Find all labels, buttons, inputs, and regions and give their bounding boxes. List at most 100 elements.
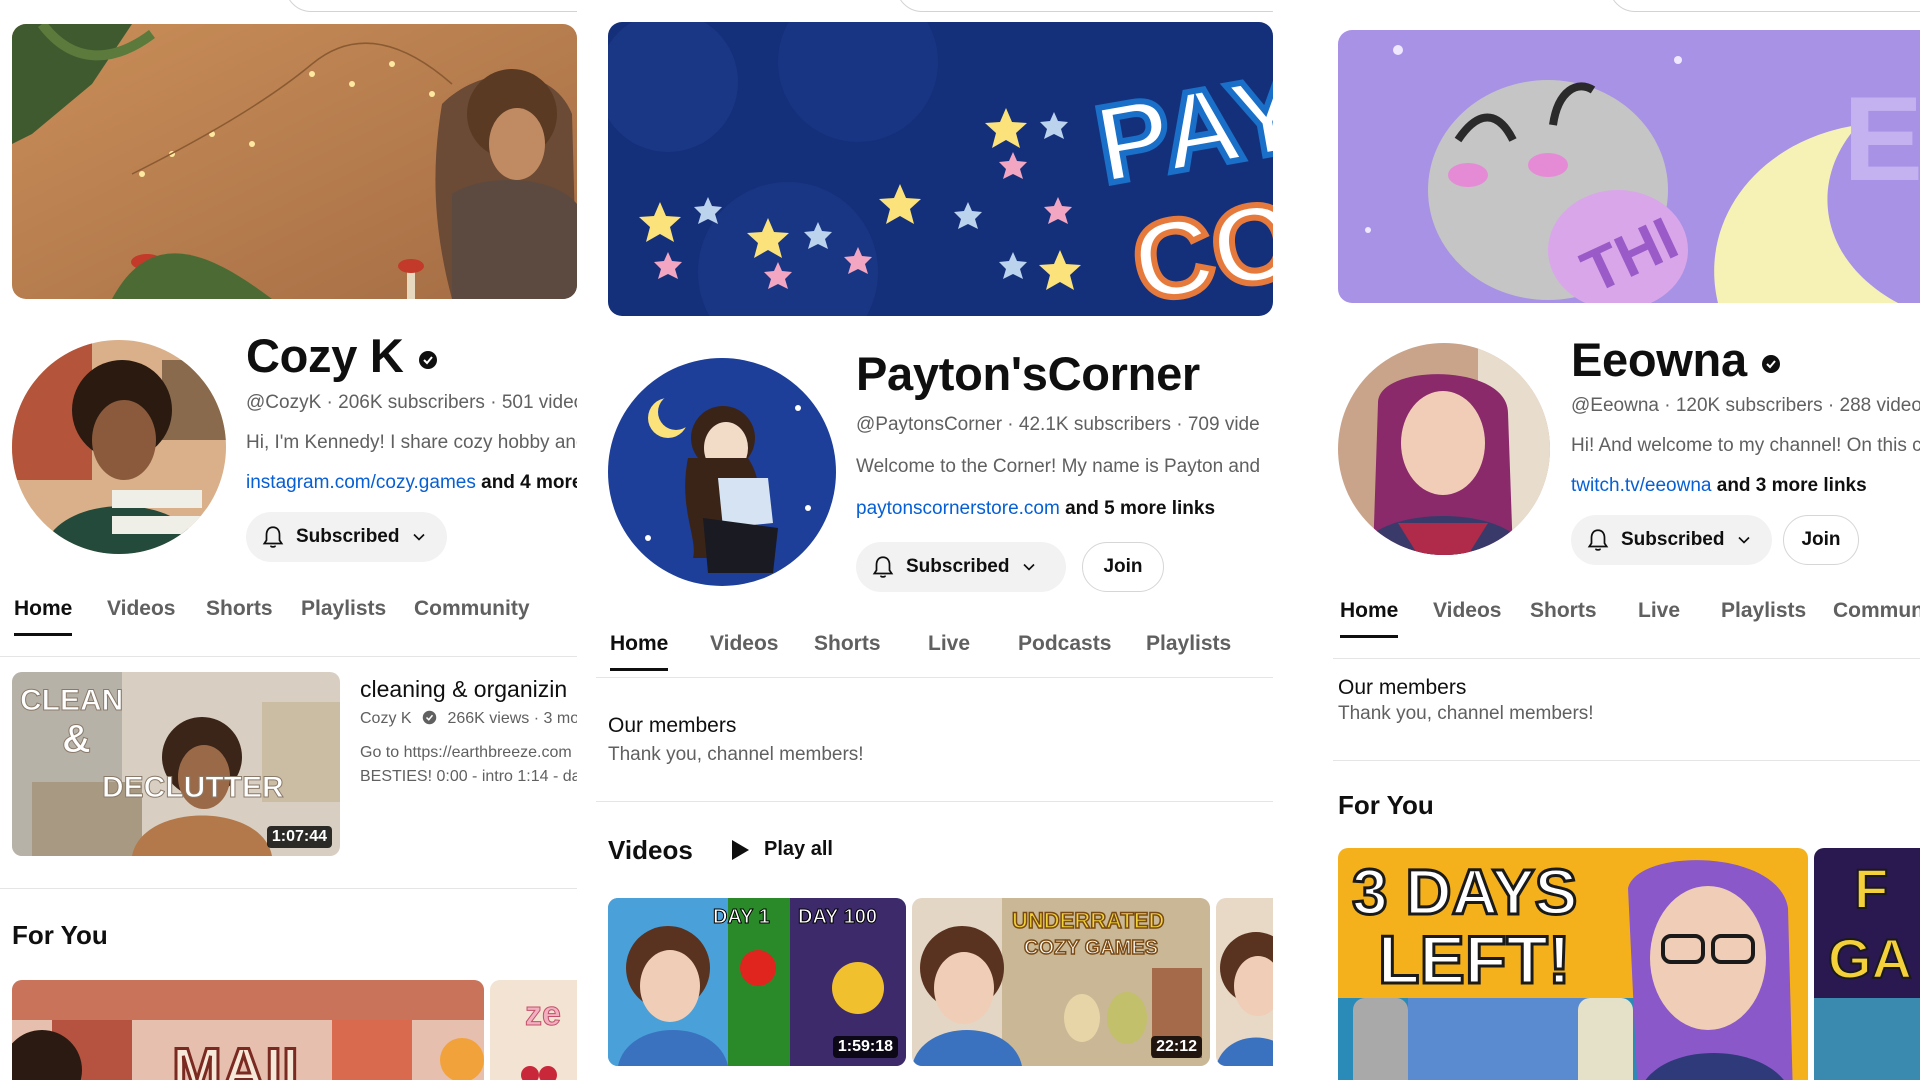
featured-video-thumbnail[interactable]: CLEAN & DECLUTTER 1:07:44 bbox=[12, 672, 340, 856]
channel-description[interactable]: Welcome to the Corner! My name is Payton… bbox=[856, 456, 1260, 478]
subscribed-button[interactable]: Subscribed bbox=[856, 542, 1066, 592]
join-button[interactable]: Join bbox=[1783, 515, 1859, 565]
channel-links: instagram.com/cozy.games and 4 more bbox=[246, 472, 577, 494]
channel-banner: PAY CO bbox=[608, 22, 1273, 316]
channel-tabs: Home Videos Shorts Playlists Community bbox=[0, 597, 577, 657]
featured-video-meta: Cozy K 266K views · 3 mo bbox=[360, 710, 577, 728]
channel-panel-paytons-corner: PAY CO Payton'sCorner @PaytonsCorner · 4… bbox=[596, 0, 1273, 1080]
channel-tabs: Home Videos Shorts Live Playlists Commun bbox=[1333, 599, 1920, 659]
video-duration: 22:12 bbox=[1151, 1036, 1202, 1058]
members-title: Our members bbox=[1338, 676, 1467, 699]
channel-tabs: Home Videos Shorts Live Podcasts Playlis… bbox=[596, 632, 1273, 678]
play-all-button[interactable]: Play all bbox=[730, 838, 833, 861]
channel-link[interactable]: twitch.tv/eeowna bbox=[1571, 475, 1711, 496]
more-links[interactable]: and 3 more links bbox=[1711, 475, 1867, 496]
svg-text:F: F bbox=[1854, 857, 1888, 920]
video-thumbnail[interactable] bbox=[1216, 898, 1273, 1066]
tab-shorts[interactable]: Shorts bbox=[1530, 599, 1597, 623]
channel-avatar[interactable] bbox=[12, 340, 226, 554]
svg-text:&: & bbox=[62, 717, 91, 761]
video-duration: 1:07:44 bbox=[266, 826, 332, 848]
video-thumbnail[interactable]: DAY 1 DAY 100 1:59:18 bbox=[608, 898, 906, 1066]
channel-name: Cozy K bbox=[246, 328, 438, 383]
verified-icon bbox=[418, 350, 437, 369]
channel-link[interactable]: instagram.com/cozy.games bbox=[246, 472, 476, 493]
svg-text:MAIL: MAIL bbox=[172, 1036, 319, 1080]
channel-name-text: Cozy K bbox=[246, 329, 404, 382]
tab-playlists[interactable]: Playlists bbox=[1721, 599, 1806, 623]
svg-text:DAY 100: DAY 100 bbox=[798, 906, 877, 928]
channel-link[interactable]: paytonscornerstore.com bbox=[856, 498, 1060, 519]
tab-playlists[interactable]: Playlists bbox=[1146, 632, 1231, 656]
tab-community[interactable]: Commun bbox=[1833, 599, 1920, 623]
members-subtitle: Thank you, channel members! bbox=[1338, 703, 1594, 724]
channel-meta: @CozyK · 206K subscribers · 501 videos bbox=[246, 392, 577, 413]
tab-playlists[interactable]: Playlists bbox=[301, 597, 386, 621]
channel-avatar[interactable] bbox=[1338, 343, 1550, 555]
svg-text:LEFT!: LEFT! bbox=[1378, 922, 1571, 998]
section-title-videos: Videos bbox=[608, 835, 693, 865]
video-thumbnail[interactable]: ze bbox=[490, 980, 577, 1080]
members-subtitle: Thank you, channel members! bbox=[608, 744, 864, 765]
channel-description[interactable]: Hi, I'm Kennedy! I share cozy hobby and bbox=[246, 432, 577, 454]
section-divider bbox=[0, 888, 577, 889]
channel-description[interactable]: Hi! And welcome to my channel! On this c… bbox=[1571, 435, 1920, 457]
channel-name: Eeowna bbox=[1571, 332, 1781, 387]
tab-home[interactable]: Home bbox=[610, 632, 669, 671]
members-title: Our members bbox=[608, 714, 737, 737]
video-thumbnail[interactable]: F GA bbox=[1814, 848, 1920, 1080]
featured-video-channel[interactable]: Cozy K bbox=[360, 710, 412, 727]
chevron-down-icon bbox=[413, 533, 426, 541]
play-icon bbox=[732, 839, 749, 860]
tab-videos[interactable]: Videos bbox=[710, 632, 778, 656]
video-duration: 1:59:18 bbox=[832, 1036, 898, 1058]
featured-video-title[interactable]: cleaning & organizin bbox=[360, 676, 567, 703]
tab-shorts[interactable]: Shorts bbox=[206, 597, 273, 621]
tab-videos[interactable]: Videos bbox=[107, 597, 175, 621]
channel-links: twitch.tv/eeowna and 3 more links bbox=[1571, 475, 1867, 497]
tab-home[interactable]: Home bbox=[14, 597, 73, 636]
tab-home[interactable]: Home bbox=[1340, 599, 1399, 638]
chevron-down-icon bbox=[1023, 563, 1036, 571]
search-bar[interactable] bbox=[285, 0, 577, 12]
more-links[interactable]: and 4 more bbox=[476, 472, 577, 493]
subscribed-button[interactable]: Subscribed bbox=[246, 512, 448, 562]
svg-text:UNDERRATED: UNDERRATED bbox=[1012, 908, 1164, 933]
channel-meta: @Eeowna · 120K subscribers · 288 videos bbox=[1571, 395, 1920, 416]
subscribed-label: Subscribed bbox=[1621, 529, 1725, 550]
featured-video-desc-line-2: BESTIES! 0:00 - intro 1:14 - day bbox=[360, 768, 577, 785]
section-title-for-you: For You bbox=[1338, 790, 1434, 820]
channel-name-text: Eeowna bbox=[1571, 333, 1747, 386]
tab-live[interactable]: Live bbox=[1638, 599, 1680, 623]
tab-community[interactable]: Community bbox=[414, 597, 530, 621]
search-bar[interactable] bbox=[896, 0, 1273, 12]
svg-text:CLEAN: CLEAN bbox=[20, 684, 123, 717]
svg-text:GA: GA bbox=[1828, 927, 1912, 990]
svg-text:DECLUTTER: DECLUTTER bbox=[102, 771, 284, 804]
channel-banner: THI EE bbox=[1338, 30, 1920, 303]
channel-name: Payton'sCorner bbox=[856, 347, 1200, 400]
subscribed-button[interactable]: Subscribed bbox=[1571, 515, 1773, 565]
verified-icon bbox=[1761, 354, 1780, 373]
channel-panel-cozy-k: Cozy K @CozyK · 206K subscribers · 501 v… bbox=[0, 0, 577, 1080]
tab-shorts[interactable]: Shorts bbox=[814, 632, 881, 656]
tab-videos[interactable]: Videos bbox=[1433, 599, 1501, 623]
join-button[interactable]: Join bbox=[1082, 542, 1164, 592]
verified-icon bbox=[422, 710, 437, 725]
tab-live[interactable]: Live bbox=[928, 632, 970, 656]
tab-podcasts[interactable]: Podcasts bbox=[1018, 632, 1111, 656]
search-bar[interactable] bbox=[1609, 0, 1920, 12]
more-links[interactable]: and 5 more links bbox=[1060, 498, 1215, 519]
subscribed-label: Subscribed bbox=[296, 526, 400, 547]
video-thumbnail[interactable]: UNDERRATED COZY GAMES 22:12 bbox=[912, 898, 1210, 1066]
channel-panel-eeowna: THI EE Eeowna @Eeowna · 120K subscribers… bbox=[1333, 0, 1920, 1080]
featured-video-desc-line-1: Go to https://earthbreeze.com bbox=[360, 744, 572, 761]
section-title-for-you: For You bbox=[12, 920, 108, 950]
video-thumbnail[interactable]: MAIL bbox=[12, 980, 484, 1080]
play-all-label: Play all bbox=[764, 838, 833, 860]
channel-avatar[interactable] bbox=[608, 358, 836, 586]
bell-icon bbox=[262, 526, 284, 548]
video-thumbnail[interactable]: 3 DAYS LEFT! bbox=[1338, 848, 1808, 1080]
svg-text:COZY GAMES: COZY GAMES bbox=[1024, 937, 1158, 959]
svg-text:DAY 1: DAY 1 bbox=[713, 906, 770, 928]
